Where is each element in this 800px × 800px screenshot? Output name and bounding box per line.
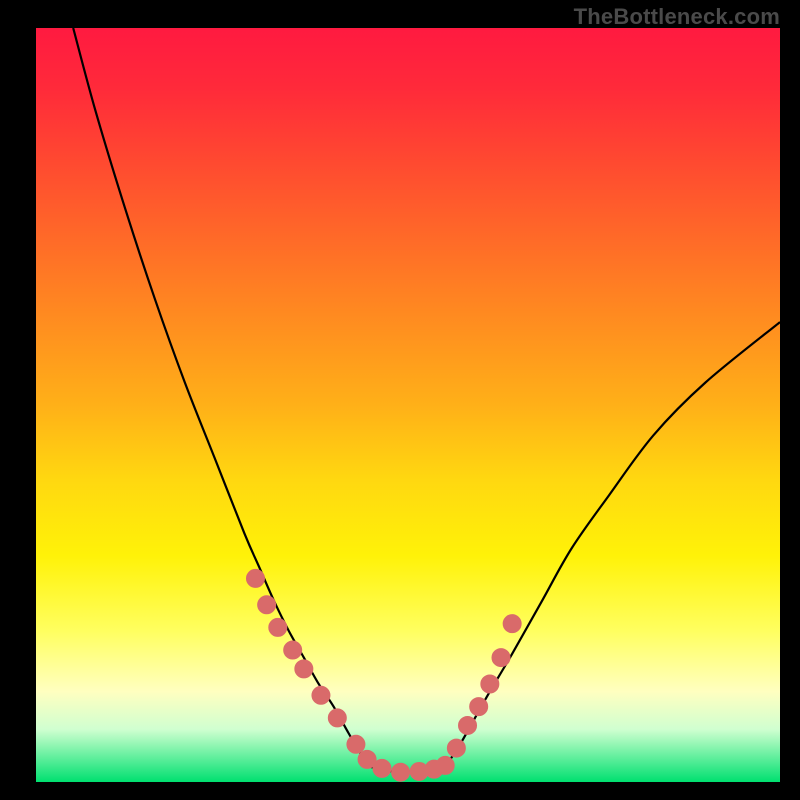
- scatter-dot: [328, 709, 346, 727]
- scatter-dot: [258, 596, 276, 614]
- scatter-dot: [392, 763, 410, 781]
- scatter-dot: [295, 660, 313, 678]
- scatter-dot: [481, 675, 499, 693]
- scatter-dot: [459, 716, 477, 734]
- scatter-dot: [347, 735, 365, 753]
- scatter-dot: [284, 641, 302, 659]
- left-curve: [73, 28, 371, 767]
- scatter-dot: [447, 739, 465, 757]
- plot-area: [36, 28, 780, 782]
- chart-svg: [36, 28, 780, 782]
- scatter-dots: [246, 569, 521, 781]
- watermark-text: TheBottleneck.com: [574, 4, 780, 30]
- right-curve: [445, 322, 780, 767]
- scatter-dot: [312, 686, 330, 704]
- scatter-dot: [436, 756, 454, 774]
- scatter-dot: [492, 649, 510, 667]
- scatter-dot: [470, 698, 488, 716]
- chart-frame: TheBottleneck.com: [0, 0, 800, 800]
- scatter-dot: [503, 615, 521, 633]
- curve-group: [73, 28, 780, 772]
- scatter-dot: [269, 618, 287, 636]
- scatter-dot: [373, 759, 391, 777]
- scatter-dot: [246, 569, 264, 587]
